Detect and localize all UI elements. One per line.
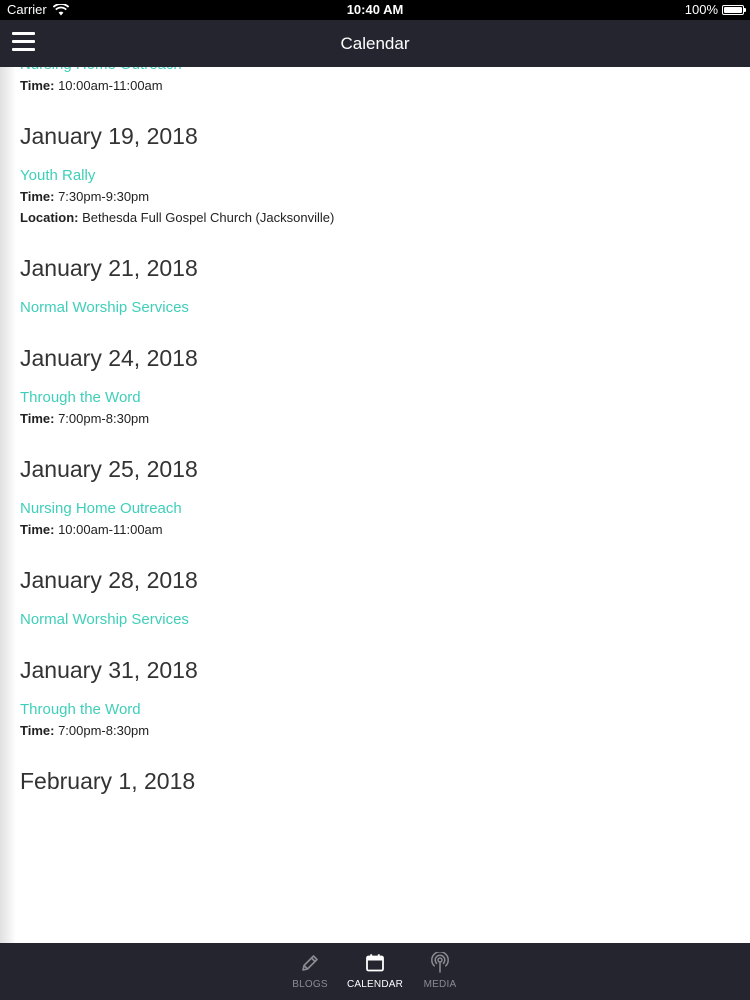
pencil-icon [300, 952, 320, 974]
time-label: Time: [20, 78, 55, 93]
event-time: Time: 10:00am-11:00am [20, 519, 720, 540]
calendar-content[interactable]: Nursing Home Outreach Time: 10:00am-11:0… [0, 67, 750, 943]
date-heading: January 25, 2018 [20, 456, 198, 482]
time-label: Time: [20, 189, 55, 204]
event-title-link[interactable]: Through the Word [20, 700, 720, 720]
event-title-link[interactable]: Nursing Home Outreach [20, 499, 720, 519]
time-value: 7:30pm-9:30pm [58, 189, 150, 204]
status-right: 100% [684, 0, 746, 20]
event-item: Nursing Home Outreach Time: 10:00am-11:0… [20, 67, 720, 96]
status-bar: Carrier 10:40 AM 100% [0, 0, 750, 20]
event-title-link[interactable]: Through the Word [20, 388, 720, 408]
day-group: January 25, 2018 Nursing Home Outreach T… [20, 455, 720, 540]
time-value: 10:00am-11:00am [58, 78, 163, 93]
event-time: Time: 7:00pm-8:30pm [20, 408, 720, 429]
time-value: 7:00pm-8:30pm [58, 723, 150, 738]
battery-icon [722, 5, 746, 15]
time-label: Time: [20, 522, 55, 537]
event-title-link[interactable]: Normal Worship Services [20, 610, 720, 630]
day-group: January 24, 2018 Through the Word Time: … [20, 344, 720, 429]
tab-media[interactable]: MEDIA [408, 943, 473, 990]
date-heading: February 1, 2018 [20, 768, 196, 794]
battery-percent: 100% [684, 2, 718, 17]
date-heading: January 21, 2018 [20, 255, 198, 281]
tab-blogs[interactable]: BLOGS [278, 943, 343, 990]
date-heading: January 28, 2018 [20, 567, 198, 593]
event-item: Through the Word Time: 7:00pm-8:30pm [20, 388, 720, 429]
event-item: Through the Word Time: 7:00pm-8:30pm [20, 700, 720, 741]
event-title-link[interactable]: Nursing Home Outreach [20, 67, 720, 75]
event-title-link[interactable]: Youth Rally [20, 166, 720, 186]
location-label: Location: [20, 210, 79, 225]
event-item: Youth Rally Time: 7:30pm-9:30pm Location… [20, 166, 720, 228]
podcast-icon [430, 952, 450, 974]
page-title: Calendar [340, 34, 410, 53]
date-heading: January 19, 2018 [20, 123, 198, 149]
time-value: 7:00pm-8:30pm [58, 411, 150, 426]
tab-label: CALENDAR [346, 979, 404, 990]
event-list: Nursing Home Outreach Time: 10:00am-11:0… [20, 67, 720, 821]
tab-bar: BLOGS CALENDAR MEDIA [0, 943, 750, 1000]
status-time: 10:40 AM [346, 2, 404, 17]
time-label: Time: [20, 723, 55, 738]
time-label: Time: [20, 411, 55, 426]
calendar-icon [365, 952, 385, 974]
day-group: February 1, 2018 [20, 767, 720, 795]
location-value: Bethesda Full Gospel Church (Jacksonvill… [82, 210, 335, 225]
battery-fill [724, 7, 742, 13]
event-item: Nursing Home Outreach Time: 10:00am-11:0… [20, 499, 720, 540]
day-group: January 31, 2018 Through the Word Time: … [20, 656, 720, 741]
event-item: Normal Worship Services [20, 610, 720, 630]
day-partial: Nursing Home Outreach Time: 10:00am-11:0… [20, 67, 720, 96]
event-location: Location: Bethesda Full Gospel Church (J… [20, 207, 720, 228]
tab-label: BLOGS [292, 979, 328, 990]
tab-label: MEDIA [423, 979, 457, 990]
day-group: January 19, 2018 Youth Rally Time: 7:30p… [20, 122, 720, 228]
day-group: January 21, 2018 Normal Worship Services [20, 254, 720, 318]
event-item: Normal Worship Services [20, 298, 720, 318]
nav-bar: Calendar [0, 20, 750, 67]
event-time: Time: 7:30pm-9:30pm [20, 186, 720, 207]
event-time: Time: 7:00pm-8:30pm [20, 720, 720, 741]
time-value: 10:00am-11:00am [58, 522, 163, 537]
event-title-link[interactable]: Normal Worship Services [20, 298, 720, 318]
event-time: Time: 10:00am-11:00am [20, 75, 720, 96]
drawer-edge-shadow [0, 67, 16, 943]
date-heading: January 31, 2018 [20, 657, 198, 683]
day-group: January 28, 2018 Normal Worship Services [20, 566, 720, 630]
date-heading: January 24, 2018 [20, 345, 198, 371]
tab-calendar[interactable]: CALENDAR [343, 943, 408, 990]
